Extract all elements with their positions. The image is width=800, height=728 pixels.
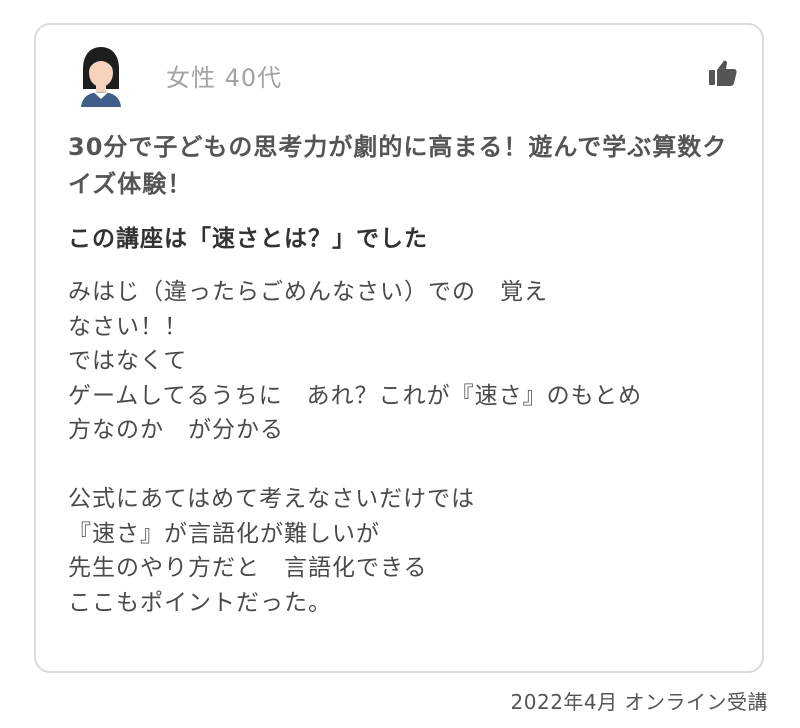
woman-avatar-icon <box>78 45 124 107</box>
review-title: 30分で子どもの思考力が劇的に高まる！遊んで学ぶ算数クイズ体験！ <box>68 133 728 198</box>
review-body-line: ではなくて <box>68 348 188 374</box>
review-body-line: ゲームしてるうちに あれ？これが『速さ』のもとめ <box>68 382 643 409</box>
review-body-line: ここもポイントだった。 <box>68 589 332 616</box>
review-body-line: 方なのか が分かる <box>68 417 284 443</box>
review-meta: 2022年4月 オンライン受講 <box>510 690 768 714</box>
review-body-line: みはじ（違ったらごめんなさい）での 覚え <box>68 279 548 305</box>
review-body-line: 先生のやり方だと 言語化できる <box>68 555 428 581</box>
review-body-line: 『速さ』が言語化が難しいが <box>68 520 380 547</box>
thumbs-up-icon[interactable] <box>708 59 738 87</box>
review-subtitle: この講座は「速さとは？」でした <box>68 226 428 252</box>
review-body-line: なさい！！ <box>68 313 188 340</box>
review-card: 女性 40代 30分で子どもの思考力が劇的に高まる！遊んで学ぶ算数クイズ体験！ … <box>34 23 764 673</box>
reviewer-label: 女性 40代 <box>166 64 283 92</box>
review-body: みはじ（違ったらごめんなさい）での 覚え なさい！！ ではなくて ゲームしてるう… <box>68 275 740 620</box>
review-body-line: 公式にあてはめて考えなさいだけでは <box>68 486 476 512</box>
review-body-line <box>68 448 740 483</box>
